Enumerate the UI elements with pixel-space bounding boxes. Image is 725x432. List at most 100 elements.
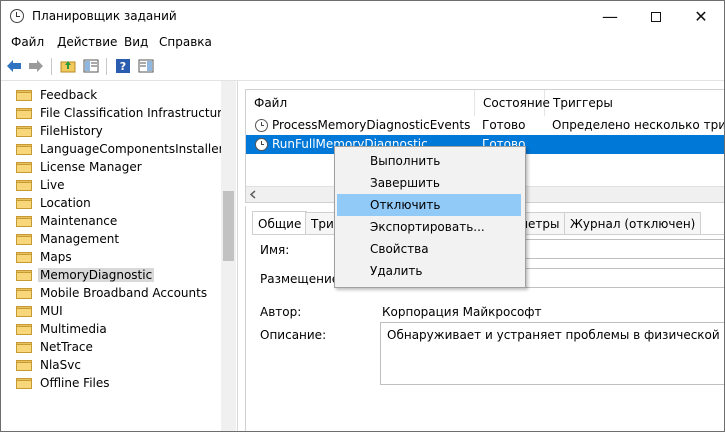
author-value: Корпорация Майкрософт [382,305,542,319]
description-label: Описание: [260,328,327,342]
scroll-left-icon [249,190,256,199]
tree-item[interactable]: License Manager [16,158,144,176]
toolbar-separator [106,58,107,75]
title-bar: Планировщик заданий — ✕ [1,1,724,32]
menu-file[interactable]: Файл [11,35,44,49]
up-folder-button[interactable] [59,57,77,75]
menu-item-run[interactable]: Выполнить [337,150,521,172]
folder-icon [16,89,32,101]
tree-item[interactable]: Location [16,194,93,212]
tree-item[interactable]: Feedback [16,86,99,104]
context-menu: Выполнить Завершить Отключить Экспортиро… [334,146,526,288]
folder-tree: Feedback File Classification Infrastructu… [1,81,238,431]
description-value: Обнаруживает и устраняет проблемы в физи… [387,328,724,342]
folder-icon [16,215,32,227]
tree-item-label: NetTrace [40,340,93,354]
menu-view[interactable]: Вид [124,35,148,49]
show-action-pane-button[interactable] [137,57,155,75]
tab-history[interactable]: Журнал (отключен) [564,212,702,234]
tree-item-label: Management [40,232,120,246]
tree-item[interactable]: Management [16,230,121,248]
tree-item-label: Offline Files [40,376,110,390]
tree-item[interactable]: Maps [16,248,74,266]
tree-item[interactable]: Multimedia [16,320,109,338]
action-pane-icon [138,59,154,73]
task-status: Готово [482,118,526,132]
tree-item[interactable]: Maintenance [16,212,119,230]
tree-item-label: Location [40,196,91,210]
back-button[interactable] [5,57,23,75]
tree-item[interactable]: File Classification Infrastructure [16,104,231,122]
tree-item[interactable]: Mobile Broadband Accounts [16,284,209,302]
task-name: ProcessMemoryDiagnosticEvents [272,118,471,132]
svg-text:?: ? [120,60,126,73]
tree-item-label: Live [40,178,65,192]
folder-up-icon [60,61,76,73]
help-icon: ? [116,59,130,73]
tree-item-label: MUI [40,304,63,318]
tree-item-label: Maps [40,250,72,264]
minimize-button[interactable]: — [587,1,633,32]
folder-icon [16,269,32,281]
folder-icon [16,341,32,353]
tree-item[interactable]: NetTrace [16,338,95,356]
show-tree-button[interactable] [82,57,100,75]
menu-help[interactable]: Справка [159,35,212,49]
folder-icon [16,305,32,317]
help-button[interactable]: ? [114,57,132,75]
folder-icon [16,251,32,263]
tree-item-label: Multimedia [40,322,107,336]
folder-icon [16,125,32,137]
folder-icon [16,377,32,389]
vertical-scrollbar[interactable] [221,81,236,431]
folder-icon [16,179,32,191]
menu-item-properties[interactable]: Свойства [337,238,521,260]
menu-item-export[interactable]: Экспортировать... [337,216,521,238]
tree-item[interactable]: NlaSvc [16,356,83,374]
author-label: Автор: [260,305,302,319]
scrollbar-thumb[interactable] [223,191,234,261]
tree-item-label: Mobile Broadband Accounts [40,286,208,300]
tree-item[interactable]: Live [16,176,67,194]
close-button[interactable]: ✕ [678,1,724,32]
task-scheduler-window: Планировщик заданий — ✕ Файл Действие Ви… [0,0,725,432]
task-clock-icon [255,119,268,132]
tree-item-label: MemoryDiagnostic [38,268,155,282]
menu-action[interactable]: Действие [57,35,117,49]
column-header-status[interactable]: Состояние [475,90,550,116]
task-clock-icon [255,138,268,151]
toolbar-separator [51,58,52,75]
clock-icon [10,9,24,23]
task-row[interactable]: ProcessMemoryDiagnosticEvents Готово Опр… [246,116,725,135]
folder-icon [16,359,32,371]
tree-item[interactable]: Offline Files [16,374,112,392]
tree-item[interactable]: MUI [16,302,65,320]
maximize-button[interactable] [633,1,679,32]
menu-item-delete[interactable]: Удалить [337,260,521,282]
menu-item-end[interactable]: Завершить [337,172,521,194]
tree-item-label: FileHistory [40,124,103,138]
tree-item[interactable]: LanguageComponentsInstaller [16,140,226,158]
maximize-icon [651,11,661,22]
column-header-file[interactable]: Файл [246,90,475,116]
tree-item-label: File Classification Infrastructure [40,106,230,120]
column-header-triggers[interactable]: Триггеры [545,90,724,116]
description-field[interactable]: Обнаруживает и устраняет проблемы в физи… [380,322,724,385]
console-tree-icon [83,59,99,73]
tree-item-label: License Manager [40,160,142,174]
forward-button[interactable] [27,57,45,75]
tree-item[interactable]: FileHistory [16,122,105,140]
back-arrow-icon [7,60,21,72]
tree-item-label: Feedback [40,88,98,102]
folder-icon [16,107,32,119]
location-label: Размещение: [260,272,344,286]
folder-icon [16,233,32,245]
tree-item[interactable]: MemoryDiagnostic [16,266,155,284]
tree-item-label: LanguageComponentsInstaller [40,142,224,156]
toolbar: ? [1,53,724,81]
folder-icon [16,323,32,335]
forward-arrow-icon [29,60,43,72]
menu-item-disable[interactable]: Отключить [337,194,521,216]
task-trigger: Определено несколько триггер [552,118,725,132]
tab-general[interactable]: Общие [252,211,308,235]
